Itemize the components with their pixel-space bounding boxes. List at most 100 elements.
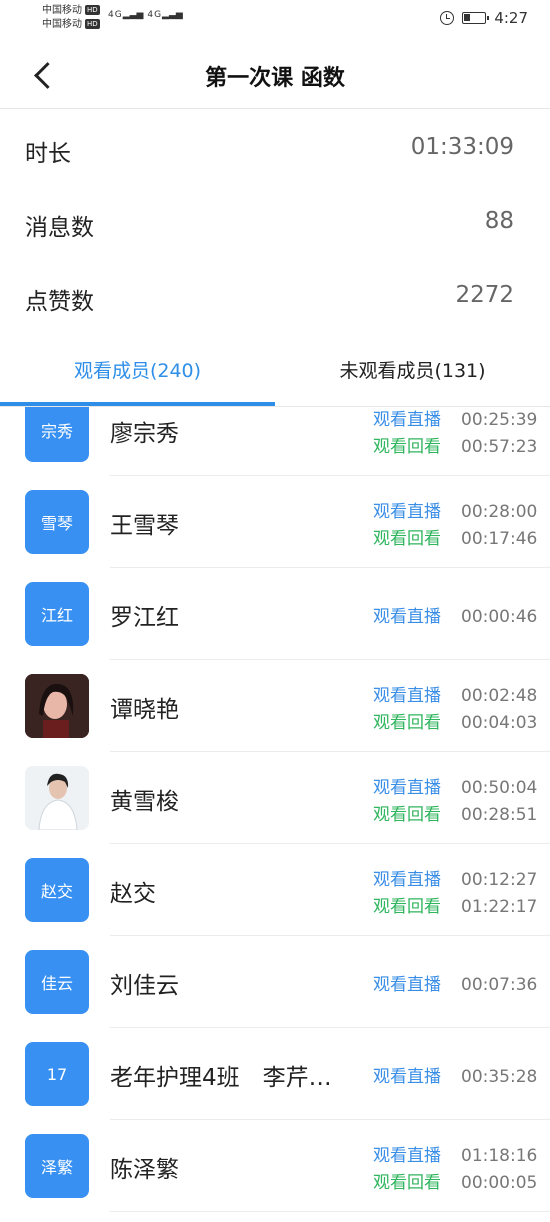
- watch-record: 观看直播 00:25:39: [373, 407, 537, 430]
- avatar-photo: [25, 766, 89, 830]
- watch-record: 观看回看 00:17:46: [373, 524, 537, 549]
- member-row[interactable]: 谭晓艳 观看直播 00:02:48 观看回看 00:04:03: [0, 660, 550, 752]
- watch-record: 观看回看 00:28:51: [373, 800, 537, 825]
- watch-time: 00:17:46: [461, 529, 538, 549]
- carrier-1: 中国移动: [42, 5, 82, 16]
- member-row[interactable]: 泽繁 陈泽繁 观看直播 01:18:16 观看回看 00:00:05: [0, 1120, 550, 1212]
- watch-time: 00:50:04: [461, 778, 538, 798]
- watch-type: 观看直播: [373, 1146, 441, 1166]
- watch-type: 观看直播: [373, 1067, 441, 1087]
- watch-type: 观看直播: [373, 778, 441, 798]
- watch-time: 00:07:36: [461, 975, 538, 995]
- member-row[interactable]: 佳云 刘佳云 观看直播 00:07:36: [0, 936, 550, 1028]
- watch-type: 观看回看: [373, 897, 441, 917]
- member-row[interactable]: 赵交 赵交 观看直播 00:12:27 观看回看 01:22:17: [0, 844, 550, 936]
- member-name: 谭晓艳: [110, 697, 179, 723]
- watch-time: 00:25:39: [461, 410, 538, 430]
- watch-record: 观看直播 01:18:16: [373, 1141, 537, 1166]
- stat-label: 点赞数: [25, 289, 94, 315]
- watch-record: 观看回看 00:57:23: [373, 432, 537, 457]
- watch-time: 00:00:46: [461, 607, 538, 627]
- stat-likes: 点赞数 2272: [0, 260, 550, 334]
- watch-record: 观看直播 00:12:27: [373, 865, 537, 890]
- watch-type: 观看回看: [373, 713, 441, 733]
- watch-record: 观看直播 00:50:04: [373, 773, 537, 798]
- watch-time: 00:02:48: [461, 686, 538, 706]
- watch-time: 00:04:03: [461, 713, 538, 733]
- watch-type: 观看回看: [373, 1173, 441, 1193]
- watch-type: 观看回看: [373, 529, 441, 549]
- clock: 4:27: [494, 9, 528, 27]
- network-type-2: 4G: [147, 10, 163, 20]
- status-bar: 中国移动 HD 中国移动 HD 4G▂▃▅ 4G▂▃▅ 4:27: [0, 0, 550, 40]
- hd-badge: HD: [85, 5, 100, 15]
- member-row[interactable]: 雪琴 王雪琴 观看直播 00:28:00 观看回看 00:17:46: [0, 476, 550, 568]
- member-name: 老年护理4班 李芹…: [110, 1065, 332, 1091]
- alarm-icon: [440, 11, 455, 25]
- avatar: 雪琴: [25, 490, 89, 554]
- member-name: 陈泽繁: [110, 1157, 179, 1183]
- avatar: 江红: [25, 582, 89, 646]
- member-name: 王雪琴: [110, 513, 179, 539]
- watch-record: 观看回看 00:00:05: [373, 1168, 537, 1193]
- page-title: 第一次课 函数: [205, 66, 345, 91]
- watch-type: 观看直播: [373, 502, 441, 522]
- stat-duration: 时长 01:33:09: [0, 112, 550, 186]
- watch-time: 01:18:16: [461, 1146, 538, 1166]
- watch-record: 观看直播 00:07:36: [373, 970, 537, 995]
- watch-time: 00:00:05: [461, 1173, 538, 1193]
- stat-label: 时长: [25, 141, 71, 167]
- watch-record: 观看回看 00:04:03: [373, 708, 537, 733]
- watch-record: 观看直播 00:28:00: [373, 497, 537, 522]
- watch-time: 00:57:23: [461, 437, 538, 457]
- stat-value: 01:33:09: [410, 134, 514, 160]
- watch-type: 观看直播: [373, 975, 441, 995]
- avatar: 泽繁: [25, 1134, 89, 1198]
- row-divider: [110, 1211, 550, 1212]
- watch-type: 观看回看: [373, 805, 441, 825]
- watch-time: 01:22:17: [461, 897, 538, 917]
- watch-type: 观看直播: [373, 870, 441, 890]
- member-tabs: 观看成员(240) 未观看成员(131): [0, 334, 550, 407]
- stat-value: 88: [484, 208, 514, 234]
- avatar-photo: [25, 674, 89, 738]
- member-name: 刘佳云: [110, 973, 179, 999]
- watch-time: 00:28:00: [461, 502, 538, 522]
- tab-watched[interactable]: 观看成员(240): [0, 356, 275, 383]
- avatar: 17: [25, 1042, 89, 1106]
- watch-type: 观看回看: [373, 437, 441, 457]
- avatar: 宗秀: [25, 407, 89, 462]
- member-name: 赵交: [110, 881, 156, 907]
- battery-icon: [462, 12, 490, 24]
- watch-record: 观看直播 00:00:46: [373, 602, 537, 627]
- watch-type: 观看直播: [373, 686, 441, 706]
- tab-indicator: [0, 402, 275, 406]
- person-photo-icon: [25, 674, 89, 738]
- avatar: 佳云: [25, 950, 89, 1014]
- member-list[interactable]: 宗秀 廖宗秀 观看直播 00:25:39 观看回看 00:57:23 雪琴 王雪琴 观看直播 00…: [0, 407, 550, 1222]
- member-row[interactable]: 江红 罗江红 观看直播 00:00:46: [0, 568, 550, 660]
- stat-messages: 消息数 88: [0, 186, 550, 260]
- network-type-1: 4G: [108, 10, 123, 20]
- watch-time: 00:28:51: [461, 805, 538, 825]
- member-row[interactable]: 黄雪梭 观看直播 00:50:04 观看回看 00:28:51: [0, 752, 550, 844]
- member-name: 廖宗秀: [110, 421, 179, 447]
- carrier-info: 中国移动 HD 中国移动 HD: [42, 4, 100, 32]
- avatar: 赵交: [25, 858, 89, 922]
- watch-record: 观看回看 01:22:17: [373, 892, 537, 917]
- nav-bar: 第一次课 函数: [0, 40, 550, 109]
- tab-not-watched[interactable]: 未观看成员(131): [275, 356, 550, 383]
- member-row[interactable]: 宗秀 廖宗秀 观看直播 00:25:39 观看回看 00:57:23: [0, 407, 550, 476]
- watch-time: 00:35:28: [461, 1067, 538, 1087]
- carrier-2: 中国移动: [42, 19, 82, 30]
- watch-record: 观看直播 00:02:48: [373, 681, 537, 706]
- watch-type: 观看直播: [373, 607, 441, 627]
- person-photo-icon: [25, 766, 89, 830]
- member-name: 黄雪梭: [110, 789, 179, 815]
- watch-type: 观看直播: [373, 410, 441, 430]
- signal-icon: 4G▂▃▅ 4G▂▃▅: [108, 10, 183, 20]
- hd-badge-2: HD: [85, 19, 100, 29]
- stat-label: 消息数: [25, 215, 94, 241]
- watch-record: 观看直播 00:35:28: [373, 1062, 537, 1087]
- member-row[interactable]: 17 老年护理4班 李芹… 观看直播 00:35:28: [0, 1028, 550, 1120]
